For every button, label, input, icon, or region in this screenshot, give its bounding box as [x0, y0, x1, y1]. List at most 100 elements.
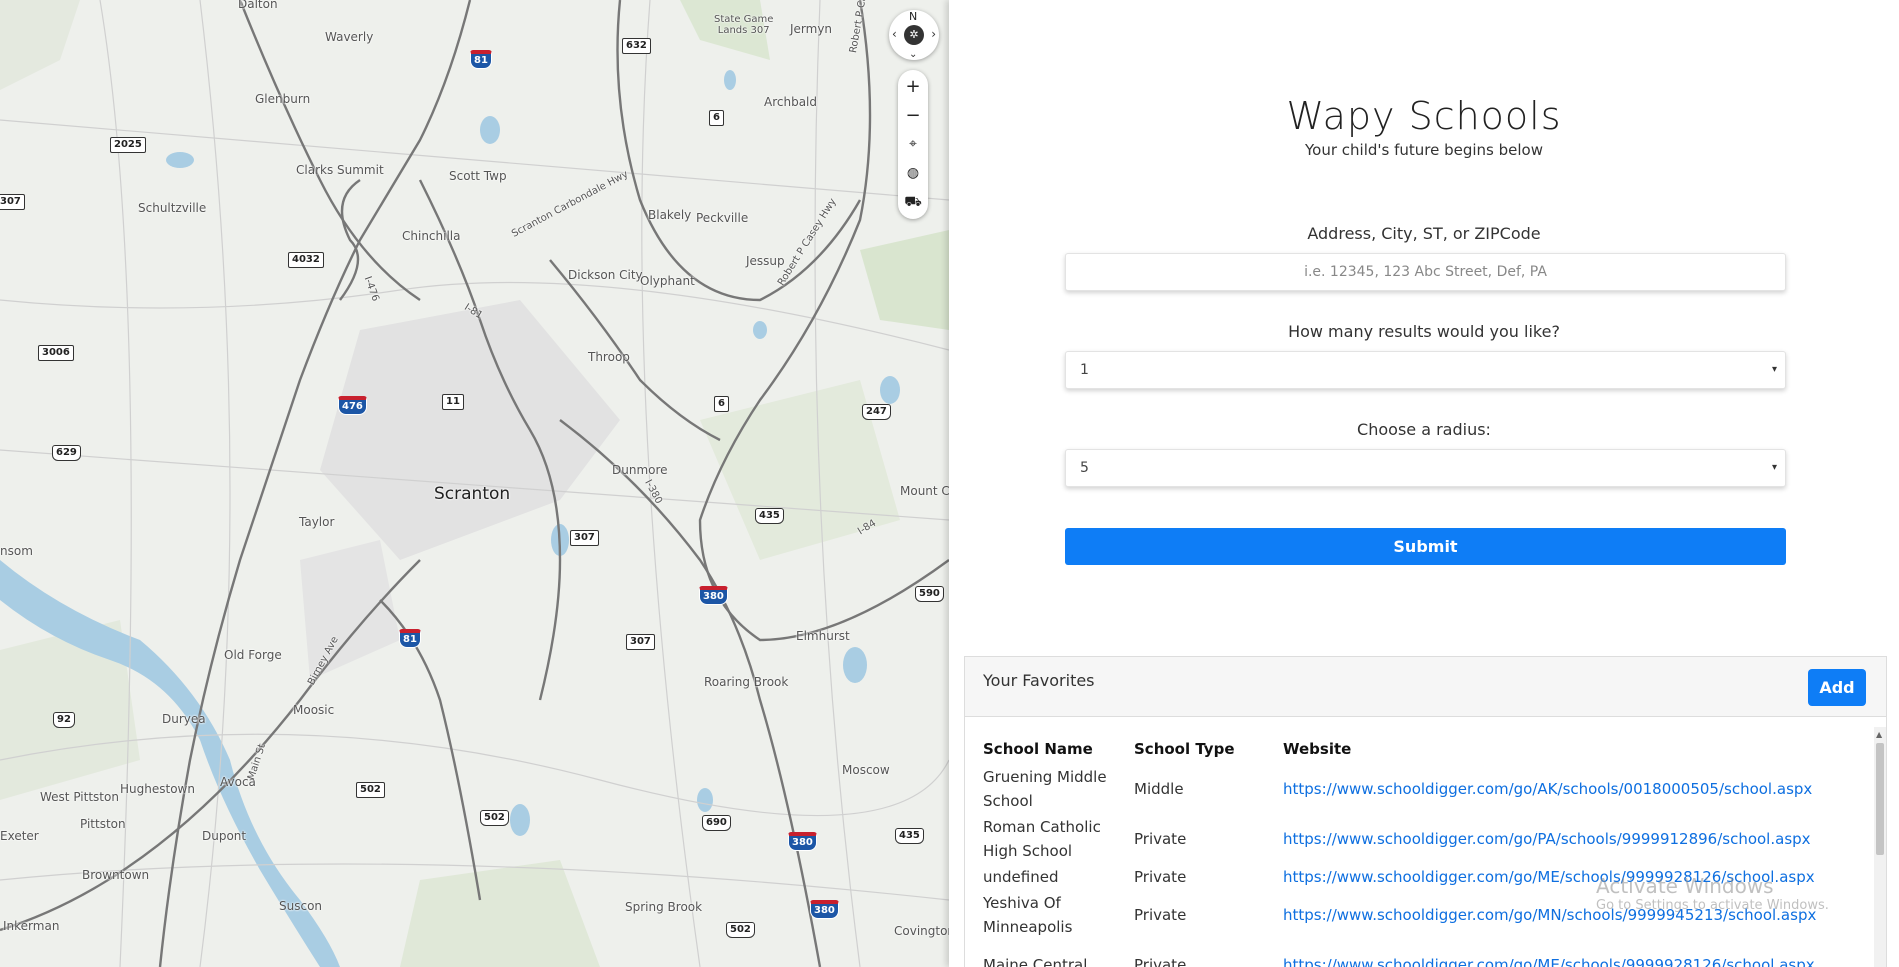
tilt-down-icon[interactable]: ⌄: [909, 49, 917, 60]
school-type-cell: Private: [1134, 868, 1187, 886]
activate-windows-hint: Go to Settings to activate Windows.: [1596, 898, 1829, 913]
map-place-label: Inkerman: [3, 919, 60, 933]
map-place-label: Pittston: [80, 817, 126, 831]
chevron-down-icon: ▾: [1771, 364, 1777, 375]
road-shield: 632: [622, 38, 651, 54]
results-count-value: 1: [1080, 362, 1089, 378]
map-place-label: Moscow: [842, 763, 890, 777]
road-shield: 476: [338, 396, 367, 415]
column-header-school-type: School Type: [1134, 740, 1235, 758]
school-website-link[interactable]: https://www.schooldigger.com/go/PA/schoo…: [1283, 830, 1811, 848]
rotate-right-icon[interactable]: ›: [931, 27, 936, 41]
road-shield: 690: [702, 815, 731, 831]
school-website-link[interactable]: https://www.schooldigger.com/go/AK/schoo…: [1283, 780, 1812, 798]
map-place-label: Throop: [588, 350, 630, 364]
map-place-label: Mount Co: [900, 484, 949, 498]
page-title: Wapy Schools: [1286, 94, 1562, 138]
school-website-link[interactable]: https://www.schooldigger.com/go/ME/schoo…: [1283, 956, 1815, 967]
favorites-table: School Name School Type Website Gruening…: [983, 737, 1843, 967]
scrollbar-thumb[interactable]: [1876, 743, 1884, 855]
map-place-label: State Game Lands 307: [714, 14, 774, 36]
favorites-title: Your Favorites: [983, 671, 1095, 690]
map-place-label: Hughestown: [120, 782, 195, 796]
map-place-label: Covington: [894, 924, 949, 938]
radius-label: Choose a radius:: [1357, 420, 1491, 439]
results-count-label: How many results would you like?: [1288, 322, 1560, 341]
road-shield: 6: [714, 396, 729, 412]
road-shield: 2025: [110, 137, 146, 153]
zoom-in-button[interactable]: +: [898, 72, 928, 101]
table-header-row: School Name School Type Website: [983, 737, 1843, 764]
map-place-label: Jermyn: [790, 22, 833, 36]
map-place-label: Exeter: [0, 829, 39, 843]
road-shield: 81: [399, 629, 421, 648]
school-type-cell: Middle: [1134, 780, 1184, 798]
map-place-label: Roaring Brook: [704, 675, 789, 689]
map-place-label: Spring Brook: [625, 900, 703, 914]
radius-select[interactable]: 5 ▾: [1065, 449, 1786, 487]
page-subtitle: Your child's future begins below: [1304, 141, 1543, 159]
road-shield: 380: [788, 832, 817, 851]
favorites-scrollbar[interactable]: ▲: [1874, 727, 1886, 967]
zoom-out-button[interactable]: −: [898, 101, 928, 130]
table-row: Maine Central Private https://www.school…: [983, 940, 1843, 967]
road-shield: 11: [442, 394, 464, 410]
map-view[interactable]: Dalton Waverly Glenburn Clarks Summit Sc…: [0, 0, 949, 967]
map-place-label: Archbald: [764, 95, 818, 109]
map-place-label: Waverly: [325, 30, 374, 44]
map-place-label: Dupont: [202, 829, 247, 843]
road-shield: 81: [470, 50, 492, 69]
map-control-stack: + − ⌖ ◍ ⛟: [898, 70, 928, 219]
road-shield: 502: [726, 922, 755, 938]
activate-windows-watermark: Activate Windows: [1596, 874, 1774, 898]
radius-value: 5: [1080, 460, 1089, 476]
submit-button[interactable]: Submit: [1065, 528, 1786, 565]
results-count-select[interactable]: 1 ▾: [1065, 351, 1786, 389]
favorites-header: Your Favorites Add: [965, 657, 1886, 717]
traffic-icon[interactable]: ⛟: [898, 188, 928, 217]
map-place-label: Duryea: [162, 712, 206, 726]
column-header-school-name: School Name: [983, 740, 1093, 758]
map-place-label: Suscon: [279, 899, 323, 913]
map-place-label: Scott Twp: [449, 169, 507, 183]
school-name-cell: undefined: [983, 868, 1059, 886]
chevron-down-icon: ▾: [1771, 462, 1777, 473]
school-name-cell: Roman Catholic High School: [983, 818, 1101, 860]
add-favorite-button[interactable]: Add: [1808, 669, 1866, 706]
address-label: Address, City, ST, or ZIPCode: [1307, 224, 1541, 243]
school-name-cell: Yeshiva Of Minneapolis: [983, 894, 1073, 936]
map-compass[interactable]: N ‹ ✲ › ⌄: [889, 10, 939, 60]
school-type-cell: Private: [1134, 906, 1187, 924]
column-header-website: Website: [1283, 740, 1352, 758]
road-shield: 435: [895, 828, 924, 844]
map-place-label: Browntown: [82, 868, 150, 882]
map-place-label: West Pittston: [40, 790, 119, 804]
school-type-cell: Private: [1134, 830, 1187, 848]
map-place-label: Blakely: [648, 208, 692, 222]
map-place-label: Schultzville: [138, 201, 207, 215]
locate-me-icon[interactable]: ⌖: [898, 130, 928, 159]
map-place-label: Dalton: [238, 0, 278, 11]
road-shield: 307: [0, 194, 25, 210]
road-shield: 247: [862, 404, 891, 420]
map-place-label: Olyphant: [640, 274, 695, 288]
road-shield: 6: [709, 110, 724, 126]
rotate-left-icon[interactable]: ‹: [892, 27, 897, 41]
school-name-cell: Gruening Middle School: [983, 768, 1107, 810]
road-shield: 590: [915, 586, 944, 602]
road-shield: 502: [480, 810, 509, 826]
compass-icon[interactable]: ✲: [904, 25, 924, 45]
table-row: Gruening Middle School Middle https://ww…: [983, 764, 1843, 814]
scroll-up-icon[interactable]: ▲: [1876, 730, 1882, 739]
road-shield: 380: [699, 586, 728, 605]
address-input[interactable]: [1065, 253, 1786, 291]
map-style-globe-icon[interactable]: ◍: [898, 159, 928, 188]
favorites-card: Your Favorites Add School Name School Ty…: [964, 656, 1887, 967]
road-shield: 4032: [288, 252, 324, 268]
road-shield: 502: [356, 782, 385, 798]
map-place-label: Dunmore: [612, 463, 668, 477]
table-row: Roman Catholic High School Private https…: [983, 814, 1843, 864]
road-shield: 380: [810, 900, 839, 919]
school-name-cell: Maine Central: [983, 956, 1088, 967]
map-place-label: Jessup: [746, 254, 785, 268]
